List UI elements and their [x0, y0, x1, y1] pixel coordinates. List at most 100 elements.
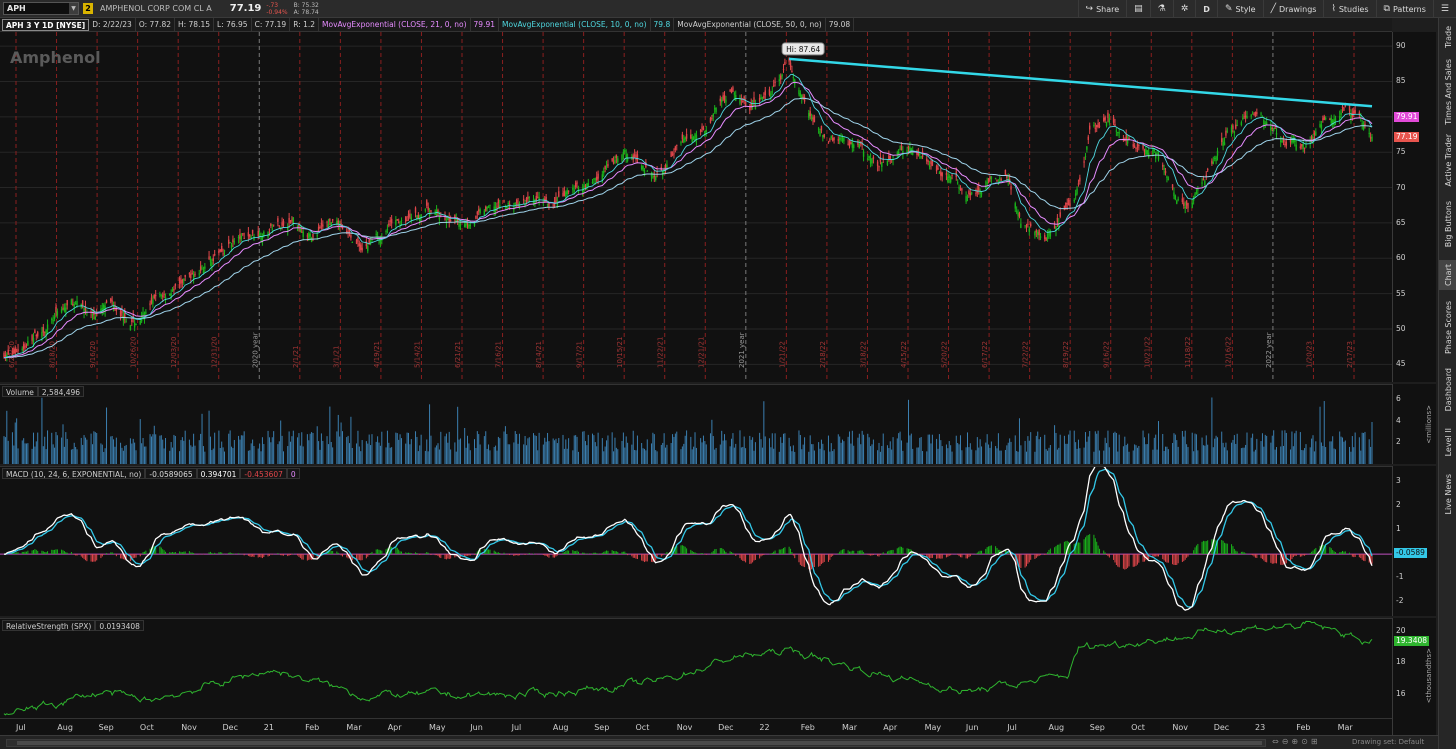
macd-axis[interactable]: 3 2 1 -1 -2 -0.0589: [1392, 466, 1436, 616]
event-date-label: 3/18/22: [859, 341, 867, 368]
candle-body: [1145, 149, 1147, 155]
candle-body: [360, 244, 362, 250]
ma10-study-label[interactable]: MovAvgExponential (CLOSE, 10, 0, no): [499, 17, 651, 32]
candle-body: [664, 164, 667, 169]
symbol-input[interactable]: APH: [7, 4, 26, 13]
macd-label[interactable]: MACD (10, 24, 6, EXPONENTIAL, no): [2, 468, 146, 479]
price-tick-label: 45: [1396, 359, 1406, 369]
snapshot-button[interactable]: ▤: [1126, 0, 1150, 18]
side-tab-dashboard[interactable]: Dashboard: [1439, 366, 1456, 414]
horizontal-scrollbar[interactable]: [6, 739, 1266, 747]
side-tab-times-and-sales[interactable]: Times And Sales: [1439, 59, 1456, 125]
share-button[interactable]: ↪ Share: [1077, 0, 1127, 18]
candle-body: [1171, 184, 1174, 189]
candle-body: [371, 240, 373, 242]
candle-body: [1254, 112, 1257, 117]
side-tab-chart[interactable]: Chart: [1439, 260, 1456, 290]
candle-body: [122, 316, 125, 321]
rs-canvas[interactable]: [0, 619, 1392, 718]
candle-body: [277, 218, 279, 222]
candle-body: [388, 223, 390, 226]
time-tick-label: 23: [1255, 723, 1266, 732]
candle-body: [1243, 116, 1245, 118]
candle-body: [567, 190, 570, 192]
candle-body: [1039, 236, 1042, 238]
ma50-study-label[interactable]: MovAvgExponential (CLOSE, 50, 0, no): [674, 17, 826, 32]
candle-body: [308, 233, 310, 239]
drawings-button[interactable]: ╱ Drawings: [1262, 0, 1324, 18]
candle-body: [1115, 130, 1118, 132]
candle-body: [1211, 160, 1213, 164]
period-button[interactable]: D: [1195, 0, 1217, 18]
candle-body: [1232, 125, 1234, 129]
drawing-set-label[interactable]: Drawing set: Default: [1352, 738, 1424, 746]
candle-body: [733, 93, 736, 95]
side-tab-level-ii[interactable]: Level II: [1439, 422, 1456, 462]
event-date-label: 8/18/20: [49, 341, 57, 368]
volume-canvas[interactable]: [0, 385, 1392, 464]
candle-body: [1185, 200, 1188, 206]
time-axis[interactable]: Jul Aug Sep Oct Nov Dec 21 Feb Mar Apr May Jun Jul Au…: [0, 718, 1392, 735]
time-tick-label: Mar: [842, 723, 858, 732]
patterns-button[interactable]: ⧉ Patterns: [1375, 0, 1433, 18]
flask-button[interactable]: ⚗: [1149, 0, 1173, 18]
candle-body: [1152, 150, 1154, 155]
candle-body: [956, 182, 959, 184]
relative-strength-panel[interactable]: RelativeStrength (SPX) 0.0193408: [0, 618, 1392, 718]
candle-body: [3, 352, 5, 358]
candle-body: [1246, 116, 1248, 119]
side-tab-trade[interactable]: Trade: [1439, 22, 1456, 52]
candle-body: [1299, 146, 1302, 148]
candle-body: [361, 247, 363, 251]
settings-button[interactable]: ✲: [1172, 0, 1196, 18]
symbol-selector[interactable]: APH ▼: [3, 2, 79, 15]
candle-body: [1361, 123, 1363, 125]
candle-body: [385, 231, 387, 233]
bid-price: B: 75.32: [293, 1, 319, 9]
price-chart-canvas[interactable]: 6/23/208/18/209/16/2010/26/2012/03/2012/…: [0, 32, 1392, 382]
candle-body: [1146, 150, 1148, 155]
period-label: D: [1203, 4, 1210, 14]
scrollbar-thumb[interactable]: [17, 741, 1262, 745]
studies-button[interactable]: ⌇ Studies: [1323, 0, 1375, 18]
chart-title[interactable]: APH 3 Y 1D [NYSE]: [2, 18, 90, 31]
candle-body: [1076, 188, 1078, 194]
top-toolbar: APH ▼ 2 AMPHENOL CORP COM CL A 77.19 -.7…: [0, 0, 1456, 18]
chevron-down-icon[interactable]: ▼: [69, 3, 78, 14]
candle-body: [73, 304, 75, 308]
candle-body: [468, 224, 470, 228]
rs-label[interactable]: RelativeStrength (SPX): [2, 620, 96, 631]
candle-body: [652, 176, 654, 178]
side-tab-phase-scores[interactable]: Phase Scores: [1439, 298, 1456, 358]
volume-panel[interactable]: Volume 2,584,496: [0, 384, 1392, 464]
side-tab-live-news[interactable]: Live News: [1439, 470, 1456, 518]
price-axis[interactable]: 9085807570656055504579.9177.19: [1392, 32, 1436, 382]
candle-body: [341, 227, 344, 230]
event-date-label: 12/21/21: [697, 337, 705, 368]
macd-value-line: [3, 467, 1373, 611]
candle-body: [987, 178, 990, 182]
ma21-study-label[interactable]: MovAvgExponential (CLOSE, 21, 0, no): [319, 17, 471, 32]
volume-label[interactable]: Volume: [2, 386, 38, 397]
candle-body: [699, 129, 702, 132]
link-group-badge[interactable]: 2: [83, 3, 93, 14]
more-menu-button[interactable]: ☰: [1432, 0, 1456, 18]
candle-body: [1215, 156, 1217, 162]
candle-body: [1173, 192, 1175, 197]
macd-canvas[interactable]: [0, 467, 1392, 616]
side-tab-big-buttons[interactable]: Big Buttons: [1439, 196, 1456, 252]
side-tab-label: Level II: [1443, 427, 1453, 457]
style-button[interactable]: ✎ Style: [1216, 0, 1263, 18]
ma-price-flag: 79.91: [1394, 112, 1420, 123]
zoom-controls[interactable]: ⇔⊖⊕⊙⊞: [1272, 737, 1321, 746]
macd-panel[interactable]: MACD (10, 24, 6, EXPONENTIAL, no) -0.058…: [0, 466, 1392, 616]
candle-body: [1289, 137, 1292, 143]
macd-histogram: [4, 534, 1373, 571]
candle-body: [742, 100, 744, 102]
candle-body: [831, 138, 834, 141]
candle-body: [66, 300, 68, 306]
candle-body: [159, 293, 161, 295]
side-tab-active-trader[interactable]: Active Trader: [1439, 132, 1456, 188]
price-chart-panel[interactable]: 6/23/208/18/209/16/2010/26/2012/03/2012/…: [0, 32, 1392, 382]
macd-tick-label: 2: [1396, 499, 1401, 509]
